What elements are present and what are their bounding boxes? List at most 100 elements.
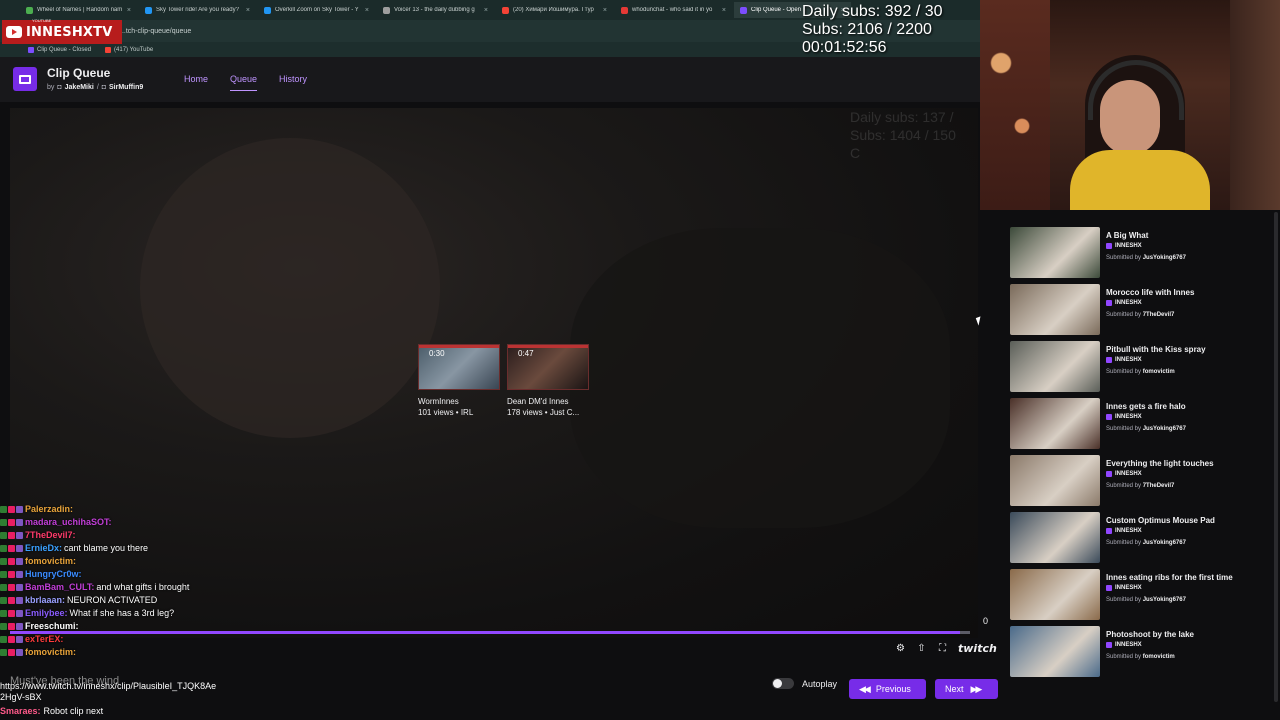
queue-item-channel: INNESHX (1106, 471, 1142, 477)
queue-item[interactable]: Custom Optimus Mouse Pad INNESHX Submitted… (1010, 512, 1272, 564)
chat-badges (0, 545, 23, 552)
suggested-clip-title[interactable]: WormInnes (418, 397, 500, 406)
author-link-1[interactable]: JakeMiki (65, 84, 94, 91)
suggested-clip[interactable]: 0:30 WormInnes 101 views • IRL (418, 344, 500, 417)
browser-tab[interactable]: Voicer 13 - the daily dubbing g × (377, 2, 494, 18)
chat-username: Palerzadin: (25, 504, 74, 514)
twitch-logo[interactable]: twitch (958, 642, 997, 655)
submitted-by-label: Submitted by (1106, 255, 1142, 261)
chat-message: fomovictim: (0, 646, 240, 659)
queue-item-thumbnail[interactable] (1010, 455, 1100, 506)
chat-username: ErnieDx: (25, 543, 63, 553)
github-icon: ◘ (101, 84, 107, 91)
next-button[interactable]: Next ▶▶ (935, 679, 998, 699)
bookmark-youtube[interactable]: (417) YouTube (105, 46, 154, 53)
queue-item[interactable]: Photoshoot by the lake INNESHX Submitted b… (1010, 626, 1272, 678)
chat-overlay: Palerzadin: madara_uchihaSOT: 7TheDevil7… (0, 503, 240, 659)
suggested-clip[interactable]: 0:47 Dean DM'd Innes 178 views • Just C.… (507, 344, 589, 417)
clip-duration: 0:47 (518, 349, 534, 358)
queue-item-title: Photoshoot by the lake (1106, 630, 1195, 639)
queue-item-thumbnail[interactable] (1010, 626, 1100, 677)
bookmark-clip-queue[interactable]: Clip Queue - Closed (28, 46, 92, 53)
badge-icon (16, 649, 23, 656)
settings-gear-icon[interactable]: ⚙ (895, 643, 906, 654)
app-title: Clip Queue (47, 66, 111, 80)
queue-item-thumbnail[interactable] (1010, 398, 1100, 449)
tab-favicon-icon (740, 6, 747, 14)
close-tab-icon[interactable]: × (603, 7, 607, 14)
fullscreen-icon[interactable]: ⛶ (937, 643, 948, 654)
tab-favicon-icon (26, 6, 33, 14)
suggested-clip-thumbnail[interactable]: 0:30 (418, 344, 500, 390)
queue-item[interactable]: A Big What INNESHX Submitted by JusYoking6… (1010, 227, 1272, 279)
twitch-icon (1106, 585, 1112, 591)
chat-username: madara_uchihaSOT: (25, 517, 112, 527)
queue-item-thumbnail[interactable] (1010, 341, 1100, 392)
chat-username: kbrlaaan: (25, 595, 66, 605)
twitch-icon (1106, 642, 1112, 648)
tab-favicon-icon (502, 6, 509, 14)
badge-icon (0, 519, 7, 526)
channel-logo-text: INNESHXTV (26, 24, 113, 40)
queue-item[interactable]: Morocco life with Innes INNESHX Submitted … (1010, 284, 1272, 336)
nav-history[interactable]: History (279, 74, 307, 91)
autoplay-label: Autoplay (802, 678, 838, 689)
queue-item[interactable]: Pitbull with the Kiss spray INNESHX Submit… (1010, 341, 1272, 393)
thumb-progress-bar (508, 345, 588, 348)
close-tab-icon[interactable]: × (365, 7, 369, 14)
double-chevron-left-icon: ◀◀ (859, 683, 871, 694)
author-link-2[interactable]: SirMuffin9 (109, 84, 143, 91)
ghost-line: C (850, 145, 861, 161)
queue-item-thumbnail[interactable] (1010, 512, 1100, 563)
suggested-clip-title[interactable]: Dean DM'd Innes (507, 397, 589, 406)
queue-item[interactable]: Innes gets a fire halo INNESHX Submitted b… (1010, 398, 1272, 450)
chat-badges (0, 636, 23, 643)
queue-item-thumbnail[interactable] (1010, 227, 1100, 278)
daily-subs: Daily subs: 392 / 30 (802, 3, 943, 20)
previous-button[interactable]: ◀◀ Previous (849, 679, 926, 699)
tab-label: (20) Химари Йошимура. Ι тур (513, 7, 594, 13)
queue-item-submitter: Submitted by fomovictim (1106, 369, 1175, 375)
sub-counter-overlay: Daily subs: 392 / 30 Subs: 2106 / 2200 0… (802, 3, 943, 57)
close-tab-icon[interactable]: × (127, 7, 131, 14)
queue-item-title: A Big What (1106, 231, 1149, 240)
submitted-by-label: Submitted by (1106, 597, 1142, 603)
webcam-background (1230, 0, 1280, 210)
tab-favicon-icon (383, 6, 390, 14)
submitted-by-label: Submitted by (1106, 483, 1142, 489)
tab-label: Overkill Zoom on Sky Tower - Y (275, 7, 359, 13)
queue-item-thumbnail[interactable] (1010, 569, 1100, 620)
browser-tab[interactable]: (20) Химари Йошимура. Ι тур × (496, 2, 613, 18)
browser-tab[interactable]: Wheel of Names | Random nam × (20, 2, 137, 18)
browser-tab[interactable]: whodunchat - who said it in yo × (615, 2, 732, 18)
queue-item-channel: INNESHX (1106, 414, 1142, 420)
chat-text: What if she has a 3rd leg? (69, 608, 175, 618)
chat-text: and what gifts i brought (96, 582, 190, 592)
app-byline: by ◘ JakeMiki / ◘ SirMuffin9 (47, 84, 143, 91)
browser-tab[interactable]: Sky Tower ride! Are you ready? × (139, 2, 256, 18)
suggested-clip-thumbnail[interactable]: 0:47 (507, 344, 589, 390)
autoplay-toggle[interactable] (772, 678, 794, 689)
badge-icon (0, 649, 7, 656)
autoplay-control: Autoplay (772, 678, 837, 689)
bookmark-label: Clip Queue - Closed (37, 46, 92, 53)
end-screen-suggestions: 0:30 WormInnes 101 views • IRL 0:47 Dean… (418, 344, 589, 417)
queue-item-channel: INNESHX (1106, 585, 1142, 591)
close-tab-icon[interactable]: × (484, 7, 488, 14)
close-tab-icon[interactable]: × (246, 7, 250, 14)
chat-message: BamBam_CULT: and what gifts i brought (0, 581, 240, 594)
queue-scrollbar[interactable] (1274, 212, 1278, 702)
nav-queue[interactable]: Queue (230, 74, 258, 91)
queue-item[interactable]: Everything the light touches INNESHX Submi… (1010, 455, 1272, 507)
close-tab-icon[interactable]: × (722, 7, 726, 14)
chat-username: 7TheDevil7: (25, 530, 76, 540)
badge-icon (0, 558, 7, 565)
youtube-play-icon (6, 26, 22, 38)
nav-home[interactable]: Home (184, 74, 208, 91)
badge-icon (16, 506, 23, 513)
browser-tab[interactable]: Overkill Zoom on Sky Tower - Y × (258, 2, 375, 18)
queue-item-thumbnail[interactable] (1010, 284, 1100, 335)
share-icon[interactable]: ⇧ (916, 643, 927, 654)
bookmark-label: (417) YouTube (114, 46, 154, 53)
queue-item[interactable]: Innes eating ribs for the first time INNE… (1010, 569, 1272, 621)
